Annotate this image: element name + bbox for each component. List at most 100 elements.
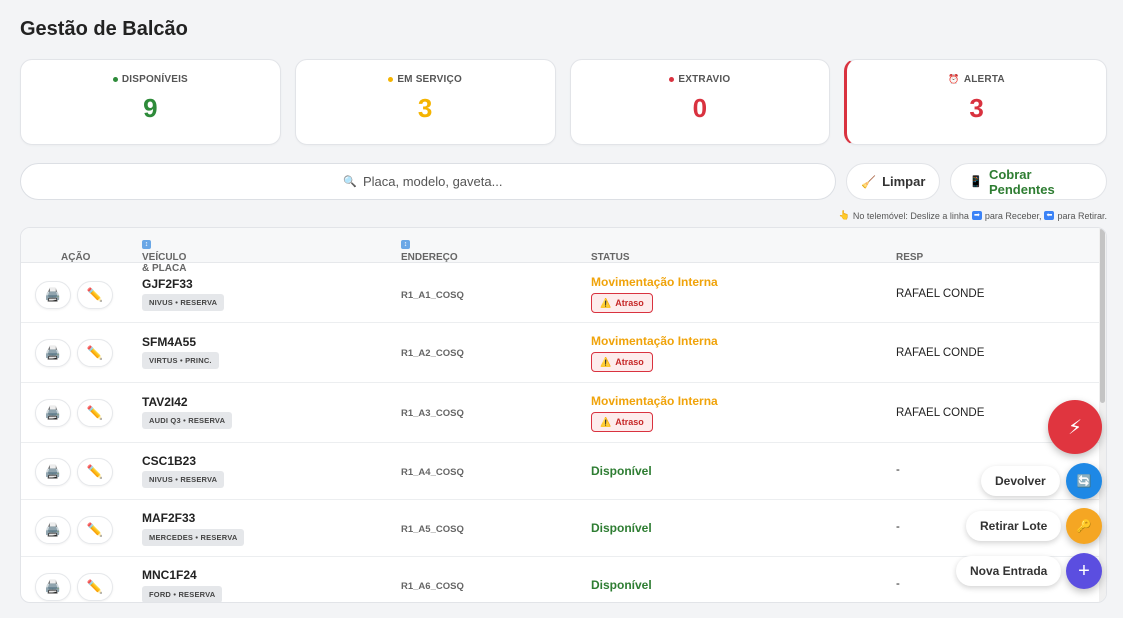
late-badge: ⚠️ Atraso: [591, 293, 653, 313]
responsible: -: [896, 464, 900, 476]
search-input[interactable]: [362, 174, 513, 189]
responsible: -: [896, 521, 900, 533]
edit-button[interactable]: ✏️: [77, 281, 113, 309]
col-vehicle[interactable]: VEÍCULO & PLACA ↕: [142, 240, 186, 274]
card-label-text: EXTRAVIO: [678, 74, 731, 85]
model-chip: NIVUS • RESERVA: [142, 471, 225, 488]
withdraw-batch-label-button[interactable]: Retirar Lote: [966, 511, 1062, 541]
plate: MNC1F24: [142, 568, 197, 582]
print-button[interactable]: 🖨️: [35, 458, 71, 486]
status-text: Disponível: [591, 521, 652, 535]
phone-icon: 📱: [969, 176, 983, 188]
arrow-right-icon: ➡: [971, 211, 982, 220]
table-row[interactable]: 🖨️ ✏️ CSC1B23 NIVUS • RESERVA R1_A4_COSQ…: [21, 443, 1106, 500]
print-button[interactable]: 🖨️: [35, 339, 71, 367]
responsible: RAFAEL CONDE: [896, 347, 985, 359]
card-label-text: DISPONÍVEIS: [121, 74, 188, 85]
address: R1_A5_COSQ: [401, 524, 464, 535]
vehicles-table: AÇÃO VEÍCULO & PLACA ↕ ENDEREÇO ↕ STATUS R…: [20, 227, 1107, 603]
scrollbar-thumb[interactable]: [1100, 228, 1105, 403]
table-row[interactable]: 🖨️ ✏️ SFM4A55 VIRTUS • PRINC. R1_A2_COSQ…: [21, 323, 1106, 383]
edit-button[interactable]: ✏️: [77, 399, 113, 427]
card-extravio[interactable]: EXTRAVIO 0: [569, 59, 831, 145]
printer-icon: 🖨️: [44, 405, 62, 420]
responsible: -: [896, 578, 900, 590]
clear-label: Limpar: [882, 174, 926, 189]
status-text: Movimentação Interna: [591, 334, 718, 348]
charge-pending-button[interactable]: 📱 Cobrar Pendentes: [950, 163, 1107, 200]
table-row[interactable]: 🖨️ ✏️ MAF2F33 MERCEDES • RESERVA R1_A5_C…: [21, 500, 1106, 557]
model-chip: NIVUS • RESERVA: [142, 294, 225, 311]
card-label: EM SERVIÇO: [388, 74, 462, 85]
col-address[interactable]: ENDEREÇO ↕: [401, 240, 458, 263]
table-row[interactable]: 🖨️ ✏️ TAV2I42 AUDI Q3 • RESERVA R1_A3_CO…: [21, 383, 1106, 443]
warning-icon: ⚠️: [600, 356, 612, 367]
status-dot-icon: [669, 77, 675, 82]
col-action-label: AÇÃO: [61, 252, 91, 263]
arrow-left-icon: ⬅: [1044, 211, 1055, 220]
table-row[interactable]: 🖨️ ✏️ MNC1F24 FORD • RESERVA R1_A6_COSQ …: [21, 557, 1106, 602]
status-dot-icon: [112, 77, 118, 82]
card-label-text: EM SERVIÇO: [397, 74, 462, 85]
late-label: Atraso: [615, 298, 644, 308]
card-value: 9: [143, 93, 158, 123]
print-button[interactable]: 🖨️: [35, 399, 71, 427]
pencil-icon: ✏️: [86, 522, 104, 537]
new-entry-button[interactable]: +: [1066, 553, 1102, 589]
card-label: DISPONÍVEIS: [112, 74, 188, 85]
late-badge: ⚠️ Atraso: [591, 352, 653, 372]
charge-label: Cobrar Pendentes: [988, 166, 1055, 197]
col-address-label: ENDEREÇO: [401, 252, 458, 263]
sort-icon[interactable]: ↕: [401, 240, 410, 249]
card-label: EXTRAVIO: [669, 74, 730, 85]
edit-button[interactable]: ✏️: [77, 458, 113, 486]
card-em-servico[interactable]: EM SERVIÇO 3: [294, 59, 556, 145]
table-row[interactable]: 🖨️ ✏️ GJF2F33 NIVUS • RESERVA R1_A1_COSQ…: [21, 263, 1106, 323]
card-value: 3: [969, 93, 984, 123]
printer-icon: 🖨️: [44, 345, 62, 360]
table-scrollbar[interactable]: [1099, 228, 1106, 602]
pointing-hand-icon: 👆: [838, 210, 850, 220]
return-label-button[interactable]: Devolver: [981, 466, 1060, 496]
model-chip: MERCEDES • RESERVA: [142, 529, 245, 546]
address: R1_A2_COSQ: [401, 348, 464, 359]
sort-icon[interactable]: ↕: [142, 240, 151, 249]
swipe-hint: 👆 No telemóvel: Deslize a linha ➡ para R…: [839, 210, 1107, 221]
plate: SFM4A55: [142, 335, 197, 349]
card-alerta[interactable]: ⏰ ALERTA 3: [844, 59, 1107, 145]
return-button[interactable]: 🔄: [1066, 463, 1102, 499]
new-entry-label-button[interactable]: Nova Entrada: [956, 556, 1062, 586]
edit-button[interactable]: ✏️: [77, 573, 113, 601]
address: R1_A4_COSQ: [401, 467, 464, 478]
search-box[interactable]: 🔍: [20, 163, 837, 200]
print-button[interactable]: 🖨️: [35, 573, 71, 601]
card-disponiveis[interactable]: DISPONÍVEIS 9: [20, 59, 281, 145]
col-status-label: STATUS: [591, 252, 630, 263]
edit-button[interactable]: ✏️: [77, 516, 113, 544]
address: R1_A6_COSQ: [401, 581, 464, 592]
pencil-icon: ✏️: [86, 579, 104, 594]
plate: MAF2F33: [142, 511, 196, 525]
quick-actions-fab[interactable]: ⚡: [1048, 400, 1102, 454]
status-dot-icon: [388, 77, 394, 82]
key-icon: 🔑: [1076, 519, 1092, 533]
plate: CSC1B23: [142, 454, 197, 468]
plus-icon: +: [1078, 559, 1090, 582]
responsible: RAFAEL CONDE: [896, 407, 985, 419]
late-badge: ⚠️ Atraso: [591, 412, 653, 432]
refresh-icon: 🔄: [1076, 474, 1092, 488]
late-label: Atraso: [615, 417, 644, 427]
model-chip: FORD • RESERVA: [142, 586, 223, 602]
card-value: 0: [692, 93, 708, 123]
model-chip: AUDI Q3 • RESERVA: [142, 412, 233, 429]
broom-icon: 🧹: [861, 174, 877, 189]
withdraw-batch-button[interactable]: 🔑: [1066, 508, 1102, 544]
edit-button[interactable]: ✏️: [77, 339, 113, 367]
print-button[interactable]: 🖨️: [35, 516, 71, 544]
warning-icon: ⚠️: [600, 297, 612, 308]
plate: GJF2F33: [142, 277, 193, 291]
toolbar: 🔍 🧹 Limpar 📱 Cobrar Pendentes: [20, 163, 1107, 200]
clear-button[interactable]: 🧹 Limpar: [846, 163, 941, 200]
print-button[interactable]: 🖨️: [35, 281, 71, 309]
late-label: Atraso: [615, 357, 644, 367]
